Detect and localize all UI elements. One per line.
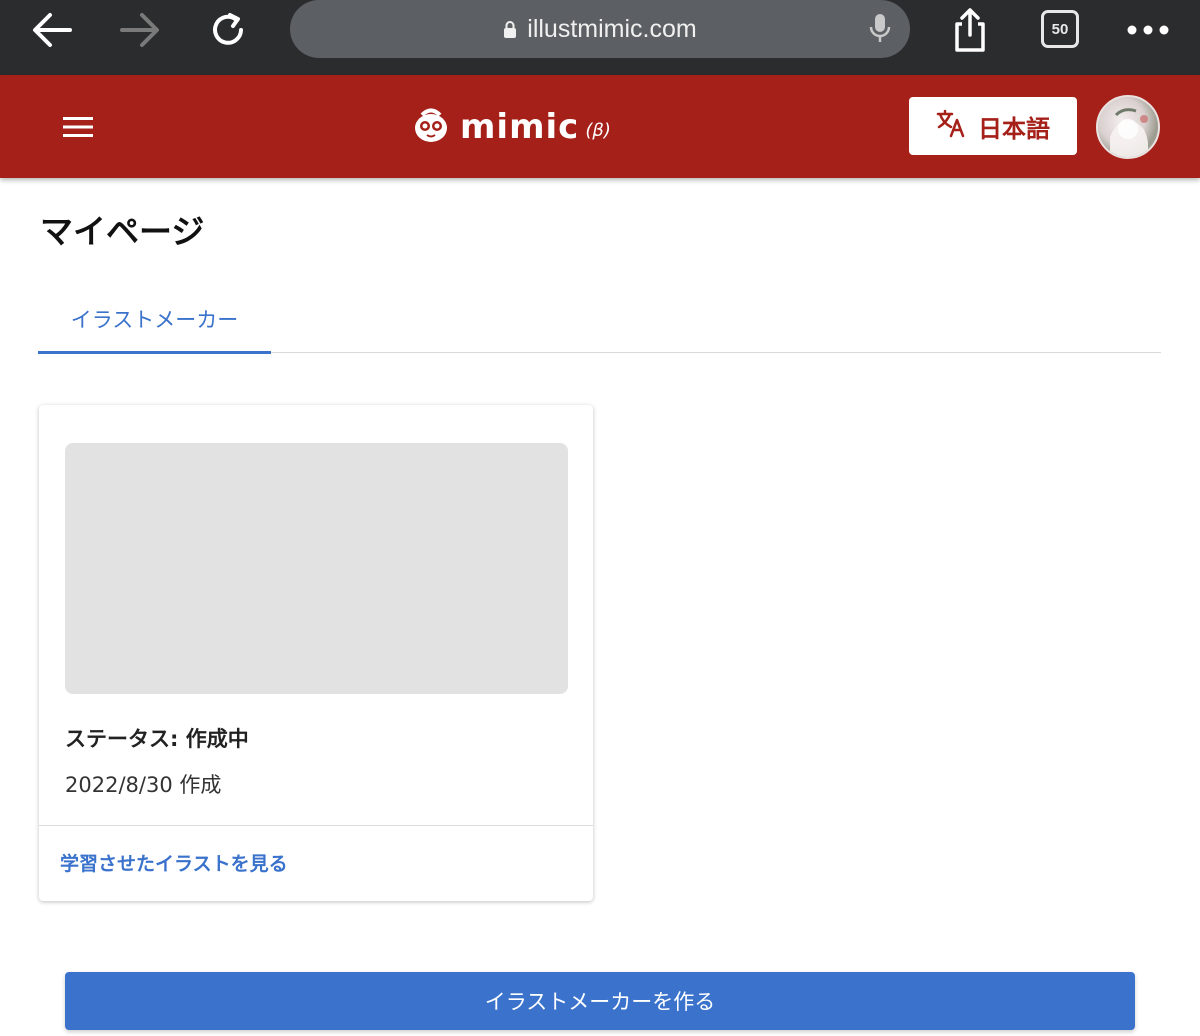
back-arrow-icon[interactable] [24,8,80,52]
status-text: ステータス: 作成中 [65,727,249,751]
avatar[interactable] [1096,95,1160,159]
create-illust-maker-button[interactable]: イラストメーカーを作る [65,972,1135,1030]
translate-icon [936,108,978,144]
microphone-icon[interactable] [868,12,892,50]
view-trained-illustrations-link[interactable]: 学習させたイラストを見る [60,849,288,876]
create-button-label: イラストメーカーを作る [484,990,716,1014]
thumbnail-placeholder [65,443,568,694]
language-label: 日本語 [978,114,1050,143]
tab-illust-maker[interactable]: イラストメーカー [38,285,271,352]
active-tab-indicator [38,351,271,354]
logo-text: mimic [460,107,580,147]
mascot-icon [412,106,450,148]
hamburger-menu-icon[interactable] [56,105,100,149]
page-title: マイページ [40,212,205,251]
forward-arrow-icon[interactable] [112,8,168,52]
address-bar[interactable]: illustmimic.com [290,0,910,58]
lock-icon [503,20,517,38]
logo-beta: (β) [585,119,611,141]
url-text: illustmimic.com [527,14,697,43]
illust-maker-card: ステータス: 作成中 2022/8/30 作成 学習させたイラストを見る [39,405,593,901]
browser-toolbar: illustmimic.com 50 [0,0,1200,75]
language-button[interactable]: 日本語 [909,97,1077,155]
app-header: mimic (β) 日本語 [0,75,1200,178]
tabs-icon[interactable]: 50 [1041,10,1079,48]
created-date: 2022/8/30 作成 [65,773,222,797]
tab-count-label: 50 [1051,20,1069,38]
tab-label: イラストメーカー [70,307,239,332]
card-divider [39,825,593,826]
share-icon[interactable] [942,8,998,52]
reload-icon[interactable] [200,8,256,52]
tab-bar: イラストメーカー [38,285,1161,354]
more-icon[interactable] [1120,8,1176,52]
logo[interactable]: mimic (β) [412,99,611,155]
